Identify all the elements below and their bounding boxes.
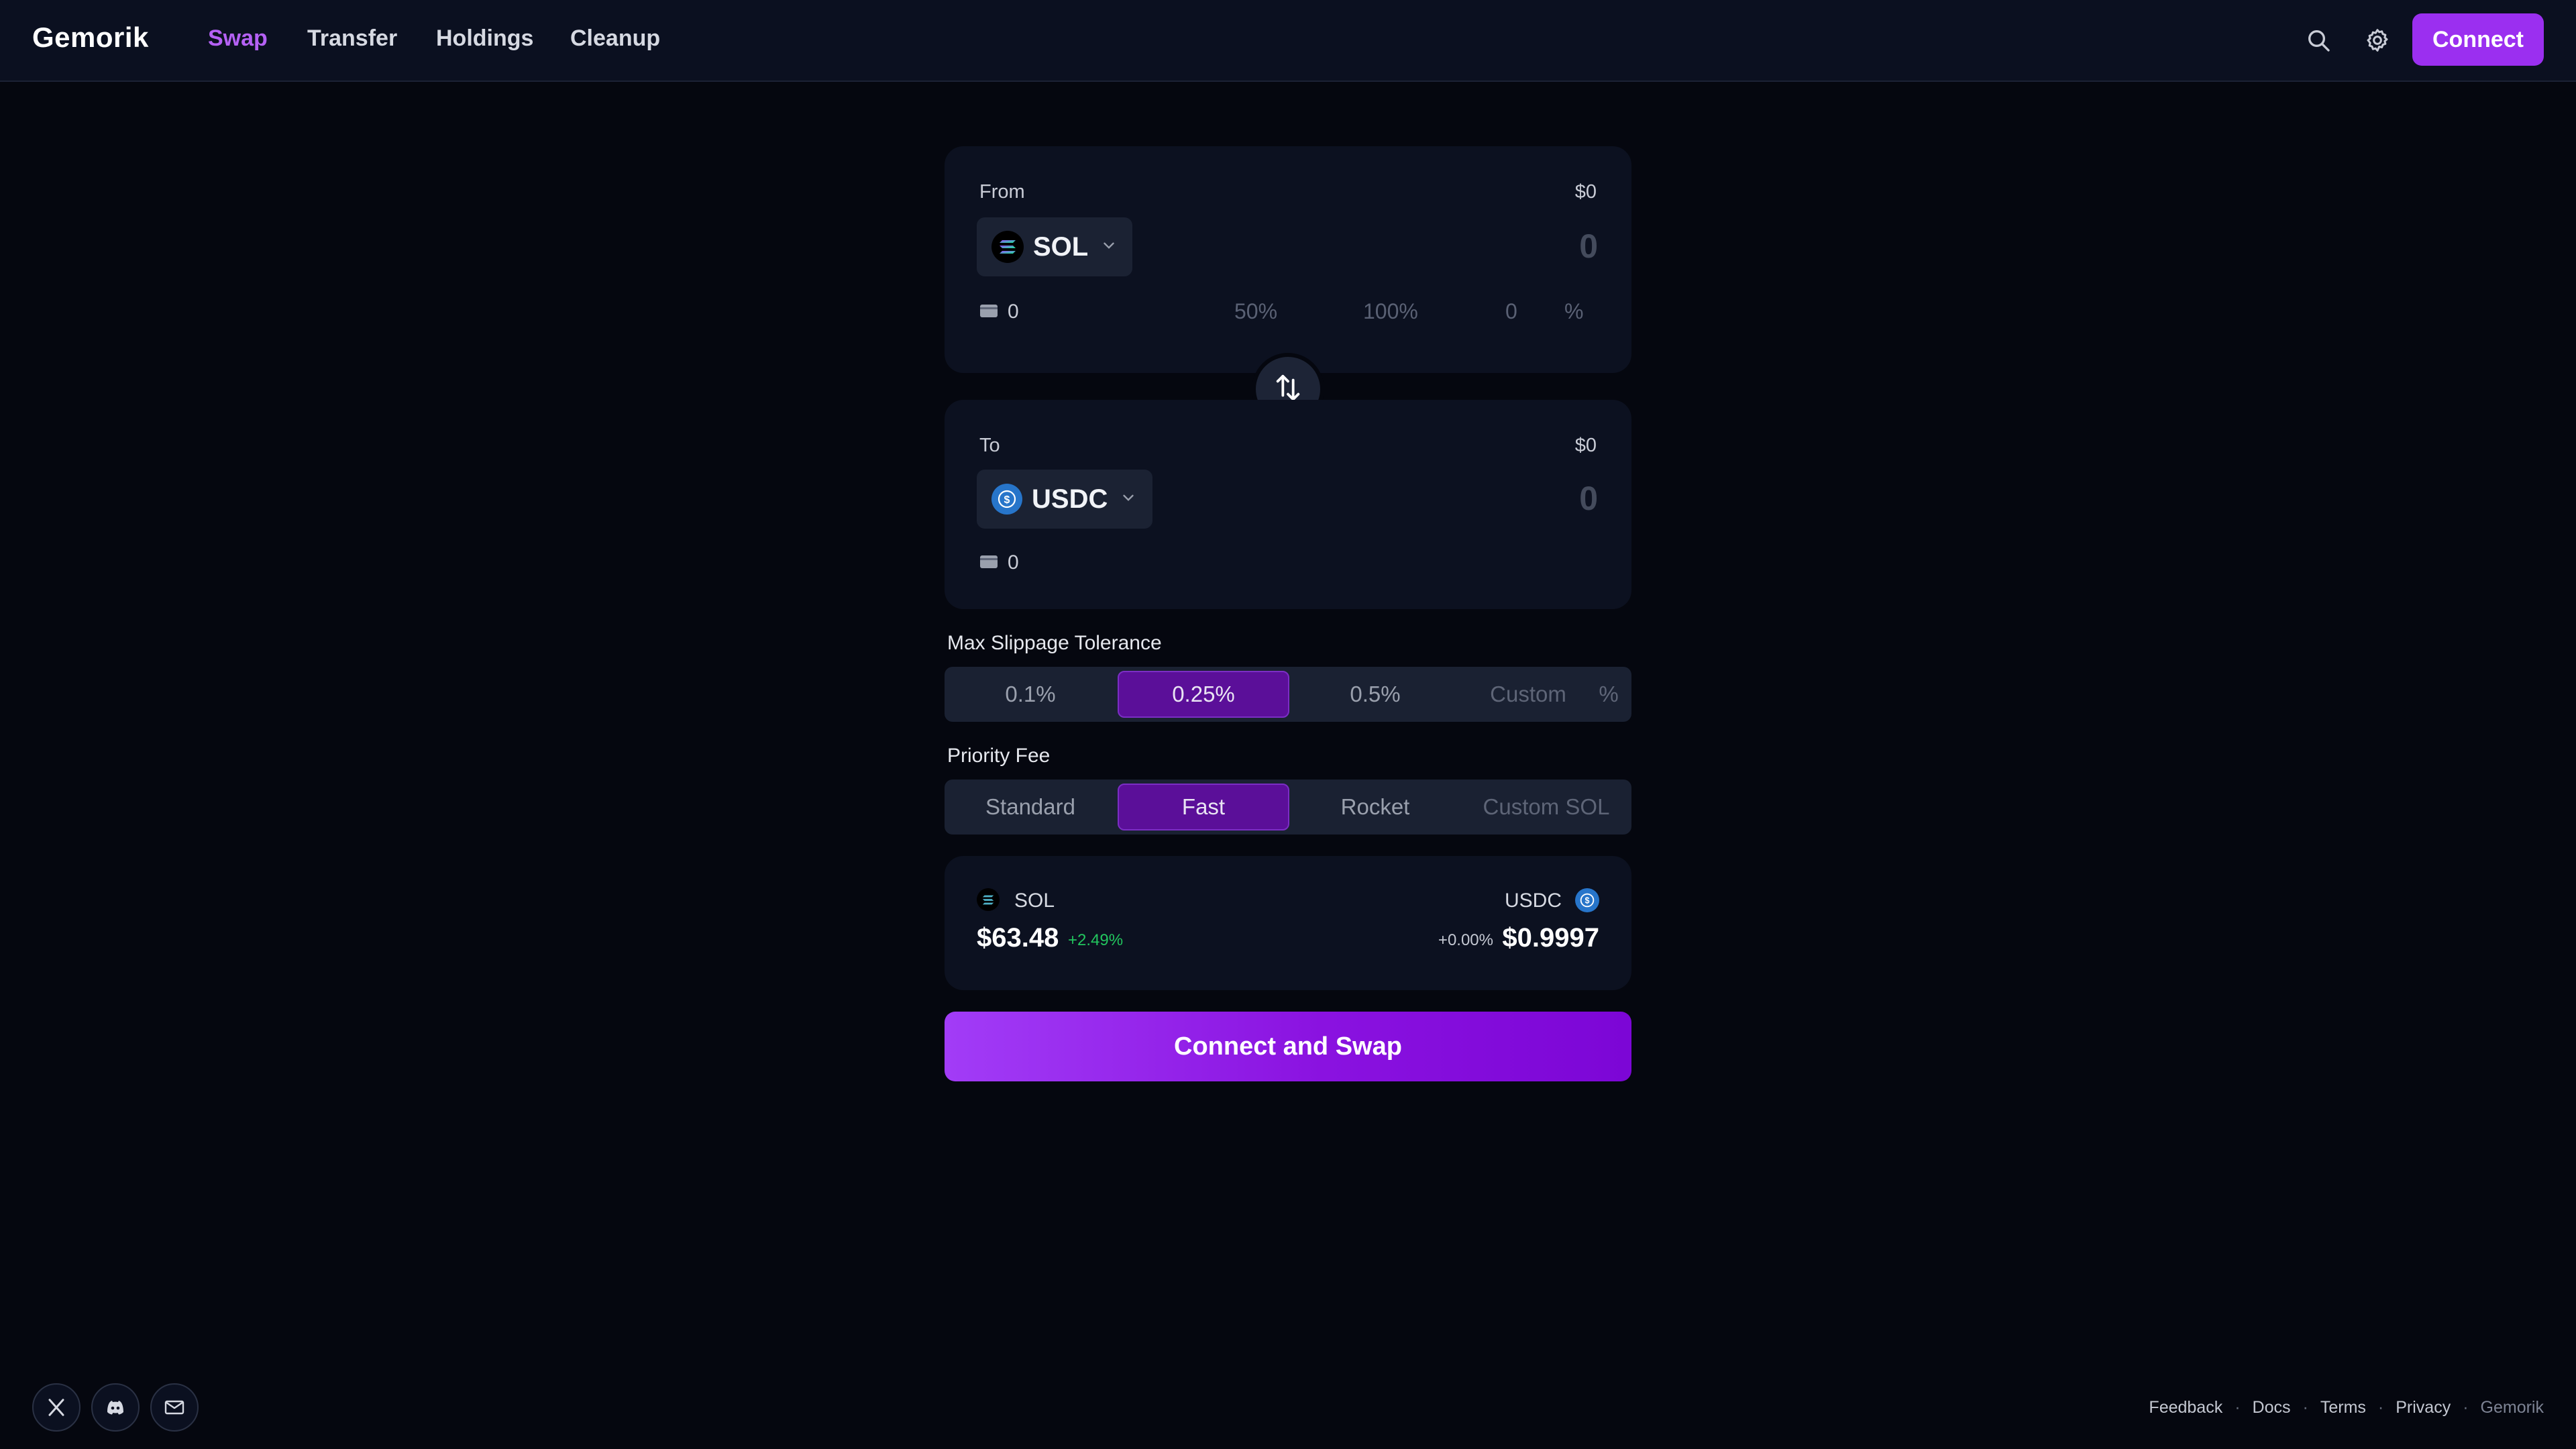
mail-icon[interactable] — [150, 1383, 199, 1432]
footer-link-feedback[interactable]: Feedback — [2149, 1398, 2222, 1417]
from-balance: 0 — [979, 301, 1019, 323]
separator: · — [2377, 1398, 2384, 1417]
gear-icon[interactable] — [2361, 24, 2394, 56]
chevron-down-icon — [1100, 237, 1118, 258]
nav-cleanup[interactable]: Cleanup — [570, 25, 660, 52]
usdc-token-icon: $ — [991, 484, 1022, 515]
sol-token-icon — [977, 888, 1000, 911]
from-token-selector[interactable]: SOL — [977, 217, 1132, 276]
slippage-unit: % — [1599, 682, 1619, 706]
svg-text:$: $ — [1585, 896, 1590, 906]
priority-fee-selector: Standard Fast Rocket Custom SOL — [945, 780, 1631, 835]
price-right-change: +0.00% — [1438, 931, 1493, 949]
from-token-symbol: SOL — [1033, 231, 1089, 262]
footer-link-privacy[interactable]: Privacy — [2396, 1398, 2451, 1417]
to-usd-value: $0 — [1574, 435, 1597, 456]
discord-icon[interactable] — [91, 1383, 140, 1432]
slippage-custom-input[interactable]: Custom — [1461, 671, 1595, 718]
slippage-option-0-5[interactable]: 0.5% — [1289, 671, 1461, 718]
to-token-selector[interactable]: $ USDC — [977, 470, 1152, 529]
to-balance: 0 — [979, 551, 1019, 574]
slippage-title: Max Slippage Tolerance — [947, 632, 1162, 654]
svg-text:$: $ — [1004, 494, 1010, 506]
search-icon[interactable] — [2302, 24, 2334, 56]
from-usd-value: $0 — [1574, 181, 1597, 203]
separator: · — [2235, 1398, 2241, 1417]
footer-links: Feedback · Docs · Terms · Privacy · Gemo… — [2149, 1398, 2544, 1417]
to-balance-value: 0 — [1008, 551, 1019, 574]
price-left-symbol: SOL — [1014, 890, 1055, 912]
to-token-symbol: USDC — [1032, 484, 1108, 514]
to-card: To $0 $ USDC 0 0 — [945, 400, 1631, 609]
custom-percent-input[interactable]: 0 — [1505, 299, 1517, 324]
priority-option-fast[interactable]: Fast — [1118, 784, 1289, 830]
to-amount-output: 0 — [1579, 480, 1598, 517]
separator: · — [2302, 1398, 2308, 1417]
price-right-symbol: USDC — [1504, 890, 1562, 912]
percent-50-button[interactable]: 50% — [1234, 299, 1277, 324]
priority-option-standard[interactable]: Standard — [945, 784, 1116, 830]
footer-link-terms[interactable]: Terms — [2320, 1398, 2366, 1417]
footer-link-docs[interactable]: Docs — [2253, 1398, 2291, 1417]
priority-option-rocket[interactable]: Rocket — [1289, 784, 1461, 830]
price-left-change: +2.49% — [1068, 931, 1124, 949]
price-left-value: $63.48 — [977, 923, 1059, 953]
price-right-value: $0.9997 — [1502, 923, 1599, 953]
usdc-token-icon: $ — [1575, 888, 1599, 912]
from-label: From — [979, 181, 1025, 203]
slippage-selector: 0.1% 0.25% 0.5% Custom % — [945, 667, 1631, 722]
chevron-down-icon — [1120, 489, 1137, 510]
nav-holdings[interactable]: Holdings — [436, 25, 533, 52]
from-card: From $0 SOL 0 0 50% 100% 0 % — [945, 146, 1631, 373]
brand-logo[interactable]: Gemorik — [32, 21, 149, 54]
footer-brand: Gemorik — [2480, 1398, 2544, 1417]
nav-swap[interactable]: Swap — [208, 25, 268, 52]
x-icon[interactable] — [32, 1383, 80, 1432]
wallet-icon — [979, 303, 998, 322]
priority-custom-input[interactable]: Custom SOL — [1461, 784, 1631, 830]
price-card: SOL $63.48 +2.49% USDC $ $0.9997 +0.00% — [945, 856, 1631, 990]
separator: · — [2463, 1398, 2469, 1417]
percent-100-button[interactable]: 100% — [1363, 299, 1418, 324]
to-label: To — [979, 435, 1000, 456]
slippage-option-0-25[interactable]: 0.25% — [1118, 671, 1289, 718]
header-connect-button[interactable]: Connect — [2412, 13, 2544, 66]
percent-unit: % — [1564, 299, 1584, 323]
sol-token-icon — [991, 231, 1024, 263]
slippage-option-0-1[interactable]: 0.1% — [945, 671, 1116, 718]
from-balance-value: 0 — [1008, 301, 1019, 323]
from-amount-input[interactable]: 0 — [1579, 227, 1598, 266]
wallet-icon — [979, 553, 998, 573]
top-navbar: Gemorik Swap Transfer Holdings Cleanup C… — [0, 0, 2576, 82]
connect-and-swap-button[interactable]: Connect and Swap — [945, 1012, 1631, 1081]
nav-transfer[interactable]: Transfer — [307, 25, 397, 52]
priority-fee-title: Priority Fee — [947, 745, 1051, 767]
